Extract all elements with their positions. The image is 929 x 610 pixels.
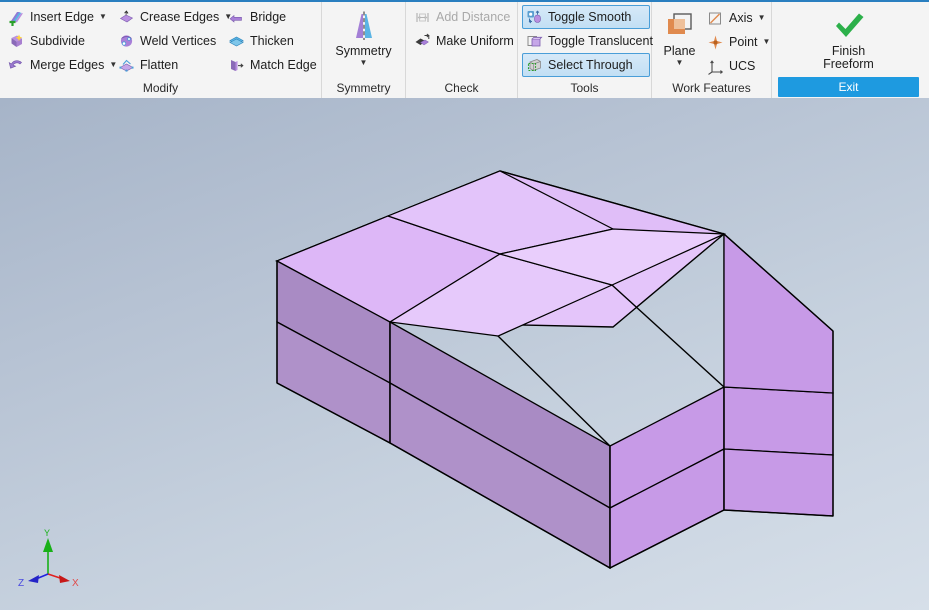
crease-edges-icon [118, 9, 135, 26]
command-label: Bridge [250, 10, 287, 24]
command-flatten[interactable]: Flatten [114, 53, 224, 77]
select-through-icon [526, 57, 543, 74]
add-distance-icon [414, 9, 431, 26]
ribbon-panel-exit: Finish Freeform Exit [772, 2, 925, 98]
ribbon-panel-symmetry: Symmetry ▼ Symmetry [322, 2, 406, 98]
command-label: Weld Vertices [140, 34, 217, 48]
symmetry-icon [344, 8, 384, 44]
check-column-1: Add Distance Make Uniform [410, 5, 516, 53]
ribbon-panel-modify: Insert Edge ▼ Subdivide Merge Edges ▼ Cr… [0, 2, 322, 98]
panel-label-tools: Tools [570, 81, 599, 95]
command-label: Crease Edges [140, 10, 220, 24]
modify-column-1: Insert Edge ▼ Subdivide Merge Edges ▼ [4, 5, 117, 77]
command-label-line2: Freeform [823, 57, 874, 71]
axis-label-z: Z [18, 578, 24, 589]
command-label: Insert Edge [30, 10, 94, 24]
ribbon-panel-check: Add Distance Make Uniform Check [406, 2, 518, 98]
merge-edges-icon [8, 57, 25, 74]
thicken-icon [228, 33, 245, 50]
ucs-icon [707, 58, 724, 75]
chevron-down-icon[interactable]: ▼ [676, 59, 684, 67]
command-axis[interactable]: Axis ▼ [703, 6, 767, 30]
modify-column-3: Bridge Thicken Match Edge [224, 5, 322, 77]
freeform-box-model[interactable] [0, 98, 929, 610]
command-merge-edges[interactable]: Merge Edges ▼ [4, 53, 117, 77]
command-weld-vertices[interactable]: Weld Vertices [114, 29, 224, 53]
toggle-smooth-icon [526, 9, 543, 26]
flatten-icon [118, 57, 135, 74]
command-add-distance[interactable]: Add Distance [410, 5, 516, 29]
command-ucs[interactable]: UCS [703, 54, 767, 78]
command-select-through[interactable]: Select Through [522, 53, 650, 77]
chevron-down-icon[interactable]: ▼ [360, 59, 368, 67]
toggle-translucent-icon [526, 33, 543, 50]
command-label: Subdivide [30, 34, 85, 48]
axis-icon [707, 10, 724, 27]
command-symmetry[interactable]: Symmetry ▼ [326, 6, 401, 67]
command-make-uniform[interactable]: Make Uniform [410, 29, 516, 53]
ribbon-panel-work-features: Plane ▼ Axis ▼ Point ▼ UCS Work Features [652, 2, 772, 98]
panel-label-symmetry: Symmetry [336, 81, 391, 95]
chevron-down-icon[interactable]: ▼ [758, 14, 766, 22]
modify-column-2: Crease Edges ▼ Weld Vertices Flatten [114, 5, 232, 77]
command-insert-edge[interactable]: Insert Edge ▼ [4, 5, 114, 29]
command-label: Flatten [140, 58, 179, 72]
panel-label-work-features: Work Features [672, 81, 751, 95]
command-match-edge[interactable]: Match Edge [224, 53, 322, 77]
match-edge-icon [228, 57, 245, 74]
point-icon [707, 34, 724, 51]
command-label: Make Uniform [436, 34, 514, 48]
command-label: Symmetry [335, 44, 392, 58]
make-uniform-icon [414, 33, 431, 50]
chevron-down-icon[interactable]: ▼ [763, 38, 771, 46]
command-label: Select Through [548, 58, 633, 72]
weld-vertices-icon [118, 33, 135, 50]
command-point[interactable]: Point ▼ [703, 30, 770, 54]
inventor-freeform-window: Insert Edge ▼ Subdivide Merge Edges ▼ Cr… [0, 0, 929, 610]
panel-label-check: Check [444, 81, 479, 95]
checkmark-icon [829, 8, 869, 44]
command-subdivide[interactable]: Subdivide [4, 29, 114, 53]
command-label: Merge Edges [30, 58, 105, 72]
axis-label-y: Y [44, 528, 50, 538]
command-finish-freeform[interactable]: Finish Freeform [809, 6, 889, 71]
command-label: Thicken [250, 34, 294, 48]
axis-label-x: X [72, 578, 79, 589]
command-label: Add Distance [436, 10, 511, 24]
command-label: Plane [663, 44, 696, 58]
ribbon-panel-tools: Toggle Smooth Toggle Translucent Select … [518, 2, 653, 98]
command-label: Toggle Smooth [548, 10, 632, 24]
command-label: Point [729, 35, 758, 49]
command-label: Toggle Translucent [548, 34, 653, 48]
panel-label-exit: Exit [778, 77, 919, 97]
chevron-down-icon[interactable]: ▼ [99, 13, 107, 21]
3d-viewport[interactable]: Y X Z [0, 98, 929, 610]
command-crease-edges[interactable]: Crease Edges ▼ [114, 5, 232, 29]
command-label: Axis [729, 11, 753, 25]
panel-label-modify: Modify [142, 81, 179, 95]
subdivide-icon [8, 33, 25, 50]
command-toggle-translucent[interactable]: Toggle Translucent [522, 29, 653, 53]
command-toggle-smooth[interactable]: Toggle Smooth [522, 5, 650, 29]
command-plane[interactable]: Plane ▼ [656, 6, 703, 67]
command-bridge[interactable]: Bridge [224, 5, 322, 29]
bridge-icon [228, 9, 245, 26]
tools-column-1: Toggle Smooth Toggle Translucent Select … [522, 5, 653, 77]
command-thicken[interactable]: Thicken [224, 29, 322, 53]
ribbon-bar: Insert Edge ▼ Subdivide Merge Edges ▼ Cr… [0, 0, 929, 98]
insert-edge-icon [8, 9, 25, 28]
command-label: UCS [729, 59, 756, 73]
coordinate-axis-triad: Y X Z [18, 528, 79, 589]
command-label: Match Edge [250, 58, 317, 72]
work-features-column-1: Axis ▼ Point ▼ UCS [703, 6, 770, 78]
plane-icon [663, 8, 697, 44]
